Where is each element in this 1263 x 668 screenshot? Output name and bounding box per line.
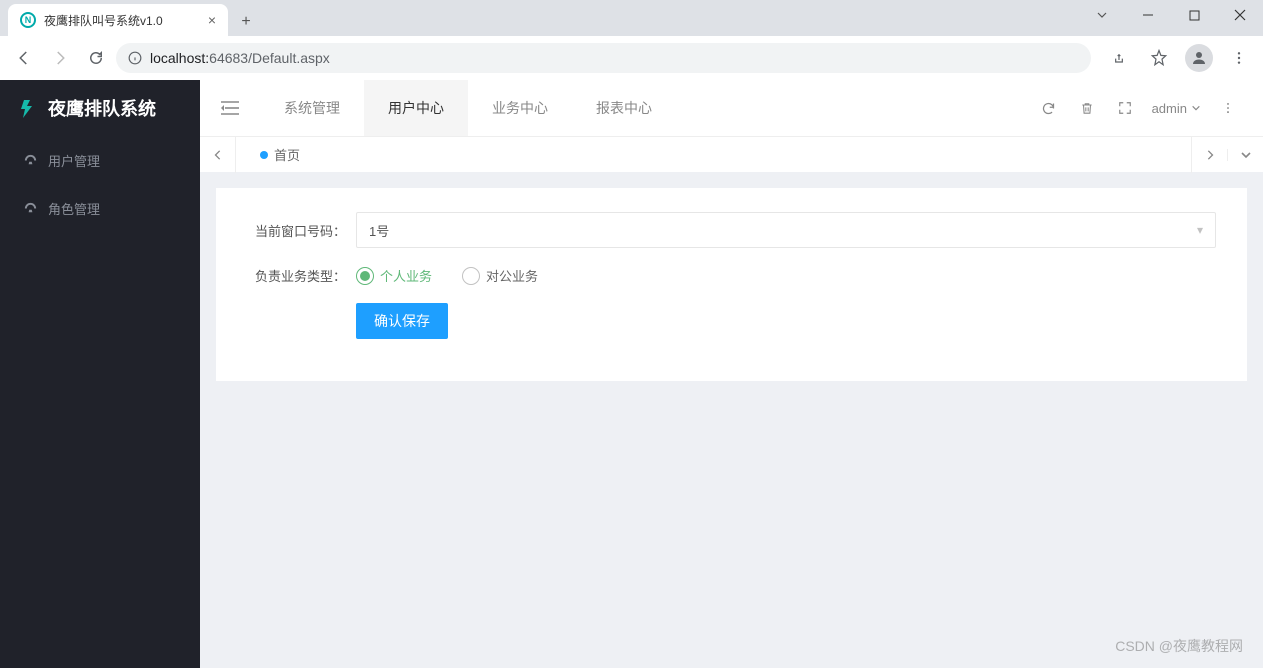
address-bar[interactable]: localhost:64683/Default.aspx — [116, 43, 1091, 73]
window-controls — [1079, 0, 1263, 30]
row-submit: 确认保存 — [246, 303, 1217, 339]
share-icon[interactable] — [1103, 42, 1135, 74]
fullscreen-button[interactable] — [1106, 80, 1144, 136]
tab-title: 夜鹰排队叫号系统v1.0 — [44, 12, 200, 29]
top-nav: 系统管理 用户中心 业务中心 报表中心 — [260, 80, 676, 136]
back-button[interactable] — [8, 42, 40, 74]
tabs-dropdown[interactable] — [1227, 149, 1263, 161]
minimize-button[interactable] — [1125, 0, 1171, 30]
browser-tab[interactable]: N 夜鹰排队叫号系统v1.0 × — [8, 4, 228, 36]
dashboard-icon — [22, 200, 38, 216]
topnav-system[interactable]: 系统管理 — [260, 80, 364, 136]
close-icon[interactable]: × — [208, 12, 216, 28]
reload-button[interactable] — [80, 42, 112, 74]
active-dot-icon — [260, 151, 268, 159]
topnav-business[interactable]: 业务中心 — [468, 80, 572, 136]
kebab-menu-icon[interactable] — [1223, 42, 1255, 74]
sidebar: 夜鹰排队系统 用户管理 角色管理 — [0, 80, 200, 668]
sidebar-item-label: 用户管理 — [48, 151, 100, 170]
content: 当前窗口号码： 1号 ▾ 负责业务类型： 个人业 — [200, 172, 1263, 668]
logo-text: 夜鹰排队系统 — [48, 95, 156, 121]
tabs-scroll-left[interactable] — [200, 137, 236, 173]
main-area: 系统管理 用户中心 业务中心 报表中心 admin — [200, 80, 1263, 668]
more-button[interactable] — [1209, 80, 1247, 136]
chevron-down-icon — [1191, 103, 1201, 113]
topbar: 系统管理 用户中心 业务中心 报表中心 admin — [200, 80, 1263, 136]
favicon-icon: N — [20, 12, 36, 28]
chevron-down-icon: ▾ — [1197, 223, 1203, 237]
new-tab-button[interactable]: + — [232, 8, 260, 36]
browser-chrome: N 夜鹰排队叫号系统v1.0 × + — [0, 0, 1263, 80]
biz-radio-group: 个人业务 对公业务 — [356, 266, 1217, 285]
sidebar-item-users[interactable]: 用户管理 — [0, 136, 200, 184]
close-window-button[interactable] — [1217, 0, 1263, 30]
profile-button[interactable] — [1183, 42, 1215, 74]
topnav-reports[interactable]: 报表中心 — [572, 80, 676, 136]
radio-corporate[interactable]: 对公业务 — [462, 266, 538, 285]
label-window: 当前窗口号码： — [246, 221, 356, 240]
address-row: localhost:64683/Default.aspx — [0, 36, 1263, 80]
dashboard-icon — [22, 152, 38, 168]
radio-personal[interactable]: 个人业务 — [356, 266, 432, 285]
trash-button[interactable] — [1068, 80, 1106, 136]
maximize-button[interactable] — [1171, 0, 1217, 30]
app-root: 夜鹰排队系统 用户管理 角色管理 系统管理 用户中心 业务中心 报表中心 — [0, 80, 1263, 668]
forward-button[interactable] — [44, 42, 76, 74]
window-number-select[interactable]: 1号 ▾ — [356, 212, 1216, 248]
watermark: CSDN @夜鹰教程网 — [1115, 636, 1243, 656]
form-panel: 当前窗口号码： 1号 ▾ 负责业务类型： 个人业 — [216, 188, 1247, 381]
radio-icon — [462, 267, 480, 285]
dropdown-icon[interactable] — [1079, 0, 1125, 30]
topnav-user-center[interactable]: 用户中心 — [364, 80, 468, 136]
page-tabs: 首页 — [200, 136, 1263, 172]
sidebar-item-label: 角色管理 — [48, 199, 100, 218]
logo-icon — [18, 98, 38, 118]
logo: 夜鹰排队系统 — [0, 80, 200, 136]
url-text: localhost:64683/Default.aspx — [150, 50, 330, 66]
bookmark-icon[interactable] — [1143, 42, 1175, 74]
site-info-icon[interactable] — [128, 51, 142, 65]
label-biz: 负责业务类型： — [246, 266, 356, 285]
tabs-scroll-right[interactable] — [1191, 137, 1227, 173]
page-tab-home[interactable]: 首页 — [252, 145, 308, 164]
row-window-number: 当前窗口号码： 1号 ▾ — [246, 212, 1217, 248]
collapse-sidebar-button[interactable] — [200, 100, 260, 116]
refresh-button[interactable] — [1030, 80, 1068, 136]
tab-strip: N 夜鹰排队叫号系统v1.0 × + — [0, 0, 1263, 36]
submit-button[interactable]: 确认保存 — [356, 303, 448, 339]
user-menu[interactable]: admin — [1144, 101, 1209, 116]
row-business-type: 负责业务类型： 个人业务 对公业务 — [246, 266, 1217, 285]
radio-icon — [356, 267, 374, 285]
sidebar-item-roles[interactable]: 角色管理 — [0, 184, 200, 232]
